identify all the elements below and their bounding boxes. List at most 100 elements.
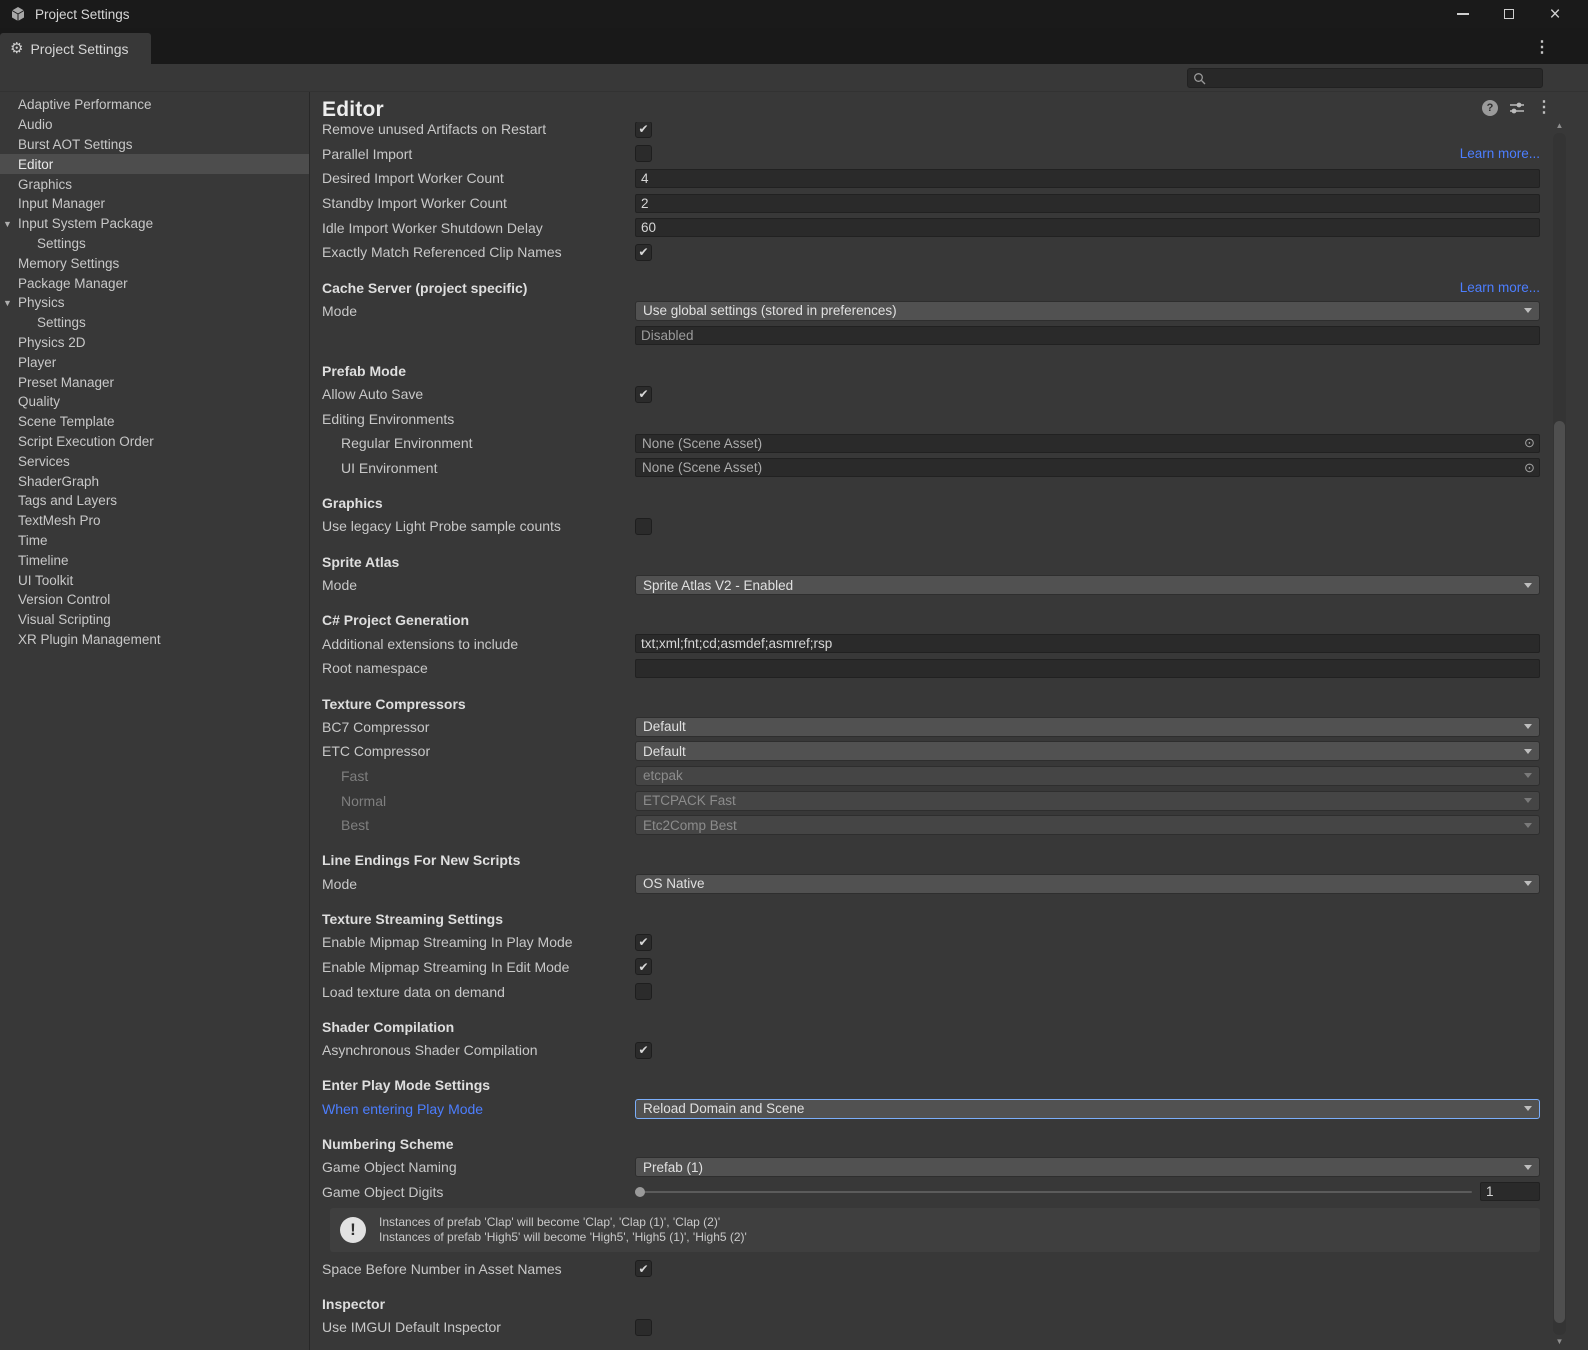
dropdown[interactable]: Reload Domain and Scene <box>635 1098 1540 1119</box>
text-field[interactable]: 4 <box>635 168 1540 188</box>
checkbox[interactable]: ✔ <box>635 1041 652 1059</box>
sidebar-item-shadergraph[interactable]: ShaderGraph <box>0 471 309 491</box>
settings-header-icons: ? ⋮ <box>1482 100 1552 116</box>
checkbox[interactable]: ✔ <box>635 933 652 951</box>
tab-menu-icon[interactable]: ⋮ <box>1534 37 1550 57</box>
check-icon: ✔ <box>638 1261 649 1276</box>
checkbox[interactable] <box>635 517 652 535</box>
setting-row-idle-import-worker-shutdown-delay: Idle Import Worker Shutdown Delay 60 <box>322 215 1540 240</box>
sidebar-item-time[interactable]: Time <box>0 531 309 551</box>
setting-row-parallel-import: Parallel Import Learn more... <box>322 142 1540 167</box>
object-field[interactable]: None (Scene Asset) ⊙ <box>635 458 1540 478</box>
learn-more-link[interactable]: Learn more... <box>1460 146 1540 161</box>
sidebar-item-input-system-package[interactable]: ▼ Input System Package <box>0 214 309 234</box>
sidebar-item-physics[interactable]: ▼ Physics <box>0 293 309 313</box>
sidebar-item-player[interactable]: Player <box>0 352 309 372</box>
slider[interactable] <box>635 1186 1472 1197</box>
dropdown[interactable]: Sprite Atlas V2 - Enabled <box>635 575 1540 596</box>
learn-more-link[interactable]: Learn more... <box>1460 280 1540 295</box>
setting-control: ETCPACK Fast <box>635 790 1540 811</box>
dropdown[interactable]: Default <box>635 741 1540 762</box>
text-field[interactable]: txt;xml;fnt;cd;asmdef;asmref;rsp <box>635 634 1540 654</box>
dropdown[interactable]: Use global settings (stored in preferenc… <box>635 300 1540 321</box>
sidebar-item-burst-aot-settings[interactable]: Burst AOT Settings <box>0 135 309 155</box>
setting-label: Root namespace <box>322 660 428 677</box>
text-field[interactable]: 60 <box>635 218 1540 238</box>
checkbox[interactable]: ✔ <box>635 243 652 261</box>
sidebar-item-graphics[interactable]: Graphics <box>0 174 309 194</box>
preset-icon[interactable] <box>1509 101 1525 115</box>
sidebar-item-audio[interactable]: Audio <box>0 115 309 135</box>
foldout-icon[interactable]: ▼ <box>3 219 12 229</box>
tab-project-settings[interactable]: ⚙ Project Settings <box>0 33 151 64</box>
checkbox[interactable]: ✔ <box>635 120 652 138</box>
text-field[interactable] <box>635 658 1540 678</box>
dropdown[interactable]: Prefab (1) <box>635 1157 1540 1178</box>
sidebar-item-settings[interactable]: Settings <box>0 234 309 254</box>
dropdown-value: Use global settings (stored in preferenc… <box>643 303 897 319</box>
setting-label: Enable Mipmap Streaming In Edit Mode <box>322 958 570 975</box>
checkbox[interactable] <box>635 1318 652 1336</box>
help-icon[interactable]: ? <box>1482 100 1498 116</box>
sidebar-item-version-control[interactable]: Version Control <box>0 590 309 610</box>
dropdown-value: Sprite Atlas V2 - Enabled <box>643 577 794 593</box>
dropdown: ETCPACK Fast <box>635 790 1540 811</box>
slider-value-field[interactable]: 1 <box>1480 1182 1540 1202</box>
foldout-icon[interactable]: ▼ <box>3 298 12 308</box>
scrollbar-thumb[interactable] <box>1554 421 1565 1323</box>
setting-control: 4 <box>635 168 1540 188</box>
vertical-scrollbar[interactable]: ▲ ▼ <box>1553 120 1566 1348</box>
object-picker-icon[interactable]: ⊙ <box>1520 459 1539 476</box>
setting-row-use-imgui-default-inspector: Use IMGUI Default Inspector <box>322 1315 1540 1340</box>
dropdown[interactable]: OS Native <box>635 873 1540 894</box>
checkbox[interactable]: ✔ <box>635 958 652 976</box>
slider-thumb[interactable] <box>635 1186 645 1197</box>
object-picker-icon[interactable]: ⊙ <box>1520 435 1539 452</box>
sidebar-item-label: Time <box>18 532 48 548</box>
chevron-down-icon <box>1524 881 1532 887</box>
sidebar-item-services[interactable]: Services <box>0 451 309 471</box>
sidebar-item-settings[interactable]: Settings <box>0 313 309 333</box>
scrollbar-track[interactable] <box>1553 133 1566 1335</box>
checkbox[interactable]: ✔ <box>635 385 652 403</box>
sidebar-item-textmesh-pro[interactable]: TextMesh Pro <box>0 511 309 531</box>
checkbox[interactable] <box>635 145 652 163</box>
sidebar-item-physics-2d[interactable]: Physics 2D <box>0 333 309 353</box>
sidebar-item-visual-scripting[interactable]: Visual Scripting <box>0 610 309 630</box>
sidebar-item-adaptive-performance[interactable]: Adaptive Performance <box>0 95 309 115</box>
dropdown-value: Default <box>643 719 686 735</box>
setting-label: Parallel Import <box>322 145 413 162</box>
more-menu-icon[interactable]: ⋮ <box>1536 100 1552 116</box>
help-box-line: Instances of prefab 'Clap' will become '… <box>379 1215 721 1230</box>
setting-row-best: Best Etc2Comp Best <box>322 813 1540 838</box>
setting-label: Best <box>341 817 370 834</box>
checkbox[interactable] <box>635 983 652 1001</box>
minimize-button[interactable] <box>1440 0 1486 28</box>
setting-control: 60 <box>635 218 1540 238</box>
sidebar-item-ui-toolkit[interactable]: UI Toolkit <box>0 570 309 590</box>
sidebar-item-input-manager[interactable]: Input Manager <box>0 194 309 214</box>
setting-label[interactable]: When entering Play Mode <box>322 1101 635 1117</box>
sidebar-item-quality[interactable]: Quality <box>0 392 309 412</box>
sidebar-item-timeline[interactable]: Timeline <box>0 550 309 570</box>
scroll-down-icon[interactable]: ▼ <box>1556 1336 1564 1348</box>
sidebar-item-package-manager[interactable]: Package Manager <box>0 273 309 293</box>
setting-control: ✔ <box>635 958 1540 976</box>
scroll-up-icon[interactable]: ▲ <box>1556 120 1564 132</box>
sidebar-item-label: Audio <box>18 117 53 133</box>
sidebar-item-memory-settings[interactable]: Memory Settings <box>0 253 309 273</box>
dropdown[interactable]: Default <box>635 716 1540 737</box>
sidebar-item-script-execution-order[interactable]: Script Execution Order <box>0 432 309 452</box>
search-field[interactable] <box>1187 68 1543 88</box>
text-field[interactable]: 2 <box>635 193 1540 213</box>
search-input[interactable] <box>1211 69 1537 87</box>
checkbox[interactable]: ✔ <box>635 1260 652 1278</box>
sidebar-item-editor[interactable]: Editor <box>0 154 309 175</box>
sidebar-item-preset-manager[interactable]: Preset Manager <box>0 372 309 392</box>
sidebar-item-scene-template[interactable]: Scene Template <box>0 412 309 432</box>
sidebar-item-xr-plugin-management[interactable]: XR Plugin Management <box>0 630 309 650</box>
object-field[interactable]: None (Scene Asset) ⊙ <box>635 433 1540 453</box>
close-button[interactable]: × <box>1532 0 1578 28</box>
sidebar-item-tags-and-layers[interactable]: Tags and Layers <box>0 491 309 511</box>
maximize-button[interactable] <box>1486 0 1532 28</box>
